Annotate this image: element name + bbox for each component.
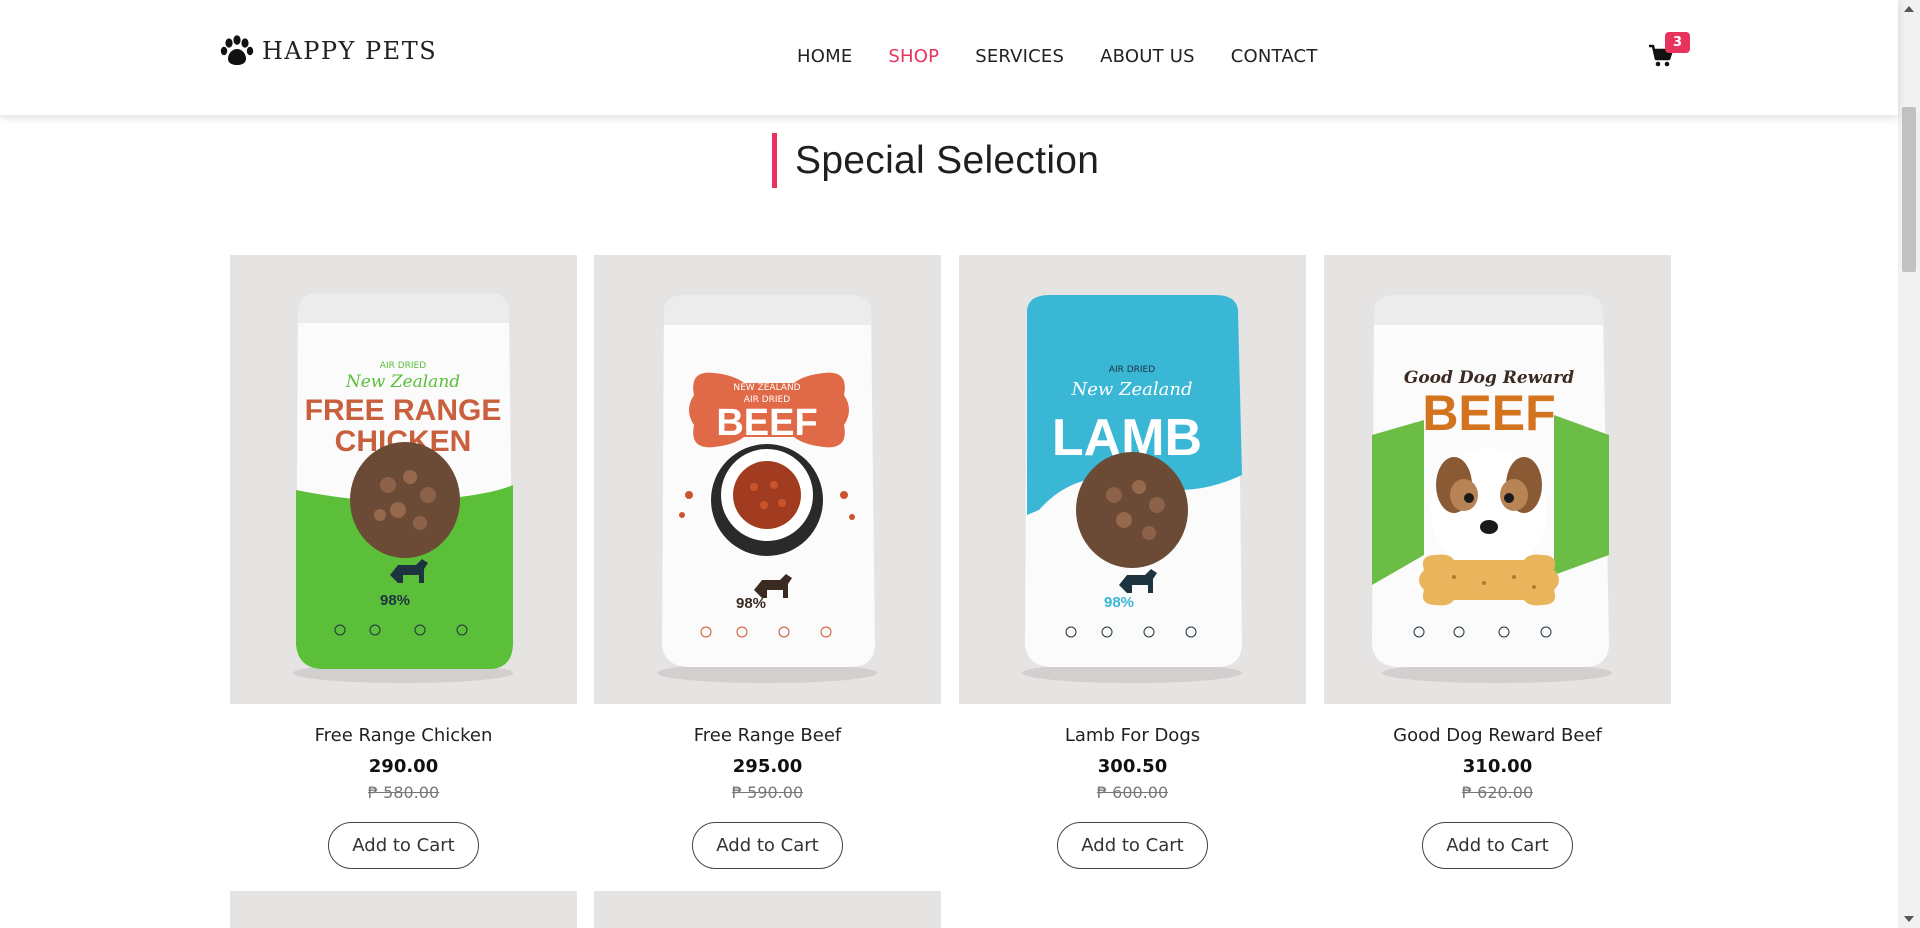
product-name[interactable]: Lamb For Dogs bbox=[959, 725, 1306, 746]
svg-text:BEEF: BEEF bbox=[1422, 385, 1555, 441]
svg-text:98%: 98% bbox=[736, 595, 766, 612]
product-image[interactable]: NEW ZEALAND AIR DRIED BEEF 98% bbox=[594, 255, 941, 704]
add-to-cart-button[interactable]: Add to Cart bbox=[692, 822, 843, 869]
pouch-reward-beef-image: Good Dog Reward BEEF bbox=[1372, 295, 1612, 683]
nav-shop[interactable]: SHOP bbox=[888, 46, 939, 67]
svg-text:NEW ZEALAND: NEW ZEALAND bbox=[733, 383, 800, 393]
product-card-partial[interactable] bbox=[594, 891, 941, 928]
product-old-price: ₱ 620.00 bbox=[1461, 783, 1534, 802]
svg-text:New Zealand: New Zealand bbox=[345, 372, 460, 392]
pouch-lamb-image: AIR DRIED New Zealand LAMB 98% bbox=[1022, 295, 1242, 683]
product-card: Good Dog Reward BEEF Good Dog Reward Bee… bbox=[1324, 255, 1671, 869]
cart-count-badge: 3 bbox=[1665, 32, 1690, 53]
product-name[interactable]: Free Range Beef bbox=[594, 725, 941, 746]
pouch-beef-image: NEW ZEALAND AIR DRIED BEEF 98% bbox=[657, 295, 877, 683]
product-name[interactable]: Good Dog Reward Beef bbox=[1324, 725, 1671, 746]
product-name[interactable]: Free Range Chicken bbox=[230, 725, 577, 746]
svg-text:BEEF: BEEF bbox=[716, 402, 817, 444]
paw-icon bbox=[220, 35, 254, 65]
logo[interactable]: HAPPY PETS bbox=[220, 34, 437, 68]
product-price: 310.00 bbox=[1462, 756, 1533, 777]
svg-text:New Zealand: New Zealand bbox=[1070, 379, 1192, 400]
add-to-cart-button[interactable]: Add to Cart bbox=[328, 822, 479, 869]
nav-contact[interactable]: CONTACT bbox=[1231, 46, 1318, 67]
svg-text:FREE RANGE: FREE RANGE bbox=[305, 394, 502, 427]
product-price: 295.00 bbox=[732, 756, 803, 777]
site-header: HAPPY PETS HOME SHOP SERVICES ABOUT US C… bbox=[0, 0, 1898, 115]
page-scrollbar[interactable] bbox=[1898, 0, 1920, 928]
product-card: AIR DRIED New Zealand FREE RANGE CHICKEN… bbox=[230, 255, 577, 869]
product-card: NEW ZEALAND AIR DRIED BEEF 98% Free Rang… bbox=[594, 255, 941, 869]
pouch-chicken-image: AIR DRIED New Zealand FREE RANGE CHICKEN… bbox=[293, 293, 513, 683]
nav-home[interactable]: HOME bbox=[797, 46, 852, 67]
product-image[interactable]: AIR DRIED New Zealand LAMB 98% bbox=[959, 255, 1306, 704]
nav-services[interactable]: SERVICES bbox=[975, 46, 1064, 67]
svg-text:98%: 98% bbox=[380, 592, 410, 609]
svg-text:AIR DRIED: AIR DRIED bbox=[1109, 365, 1155, 375]
main-nav: HOME SHOP SERVICES ABOUT US CONTACT bbox=[797, 46, 1318, 67]
product-image[interactable]: AIR DRIED New Zealand FREE RANGE CHICKEN… bbox=[230, 255, 577, 704]
scroll-thumb[interactable] bbox=[1902, 107, 1916, 272]
nav-about-us[interactable]: ABOUT US bbox=[1100, 46, 1195, 67]
section-heading: Special Selection bbox=[772, 133, 1099, 188]
product-card-partial[interactable] bbox=[230, 891, 577, 928]
product-old-price: ₱ 580.00 bbox=[367, 783, 440, 802]
add-to-cart-button[interactable]: Add to Cart bbox=[1057, 822, 1208, 869]
product-old-price: ₱ 600.00 bbox=[1096, 783, 1169, 802]
brand-name: HAPPY PETS bbox=[262, 37, 438, 65]
product-image[interactable]: Good Dog Reward BEEF bbox=[1324, 255, 1671, 704]
svg-text:AIR DRIED: AIR DRIED bbox=[380, 361, 426, 371]
title-accent-bar bbox=[772, 133, 777, 188]
section-title: Special Selection bbox=[795, 138, 1100, 182]
product-old-price: ₱ 590.00 bbox=[731, 783, 804, 802]
svg-text:98%: 98% bbox=[1104, 594, 1134, 611]
scroll-down-arrow-icon[interactable] bbox=[1904, 916, 1914, 922]
scroll-up-arrow-icon[interactable] bbox=[1904, 6, 1914, 12]
product-price: 290.00 bbox=[368, 756, 439, 777]
product-price: 300.50 bbox=[1097, 756, 1168, 777]
add-to-cart-button[interactable]: Add to Cart bbox=[1422, 822, 1573, 869]
product-card: AIR DRIED New Zealand LAMB 98% Lamb For … bbox=[959, 255, 1306, 869]
